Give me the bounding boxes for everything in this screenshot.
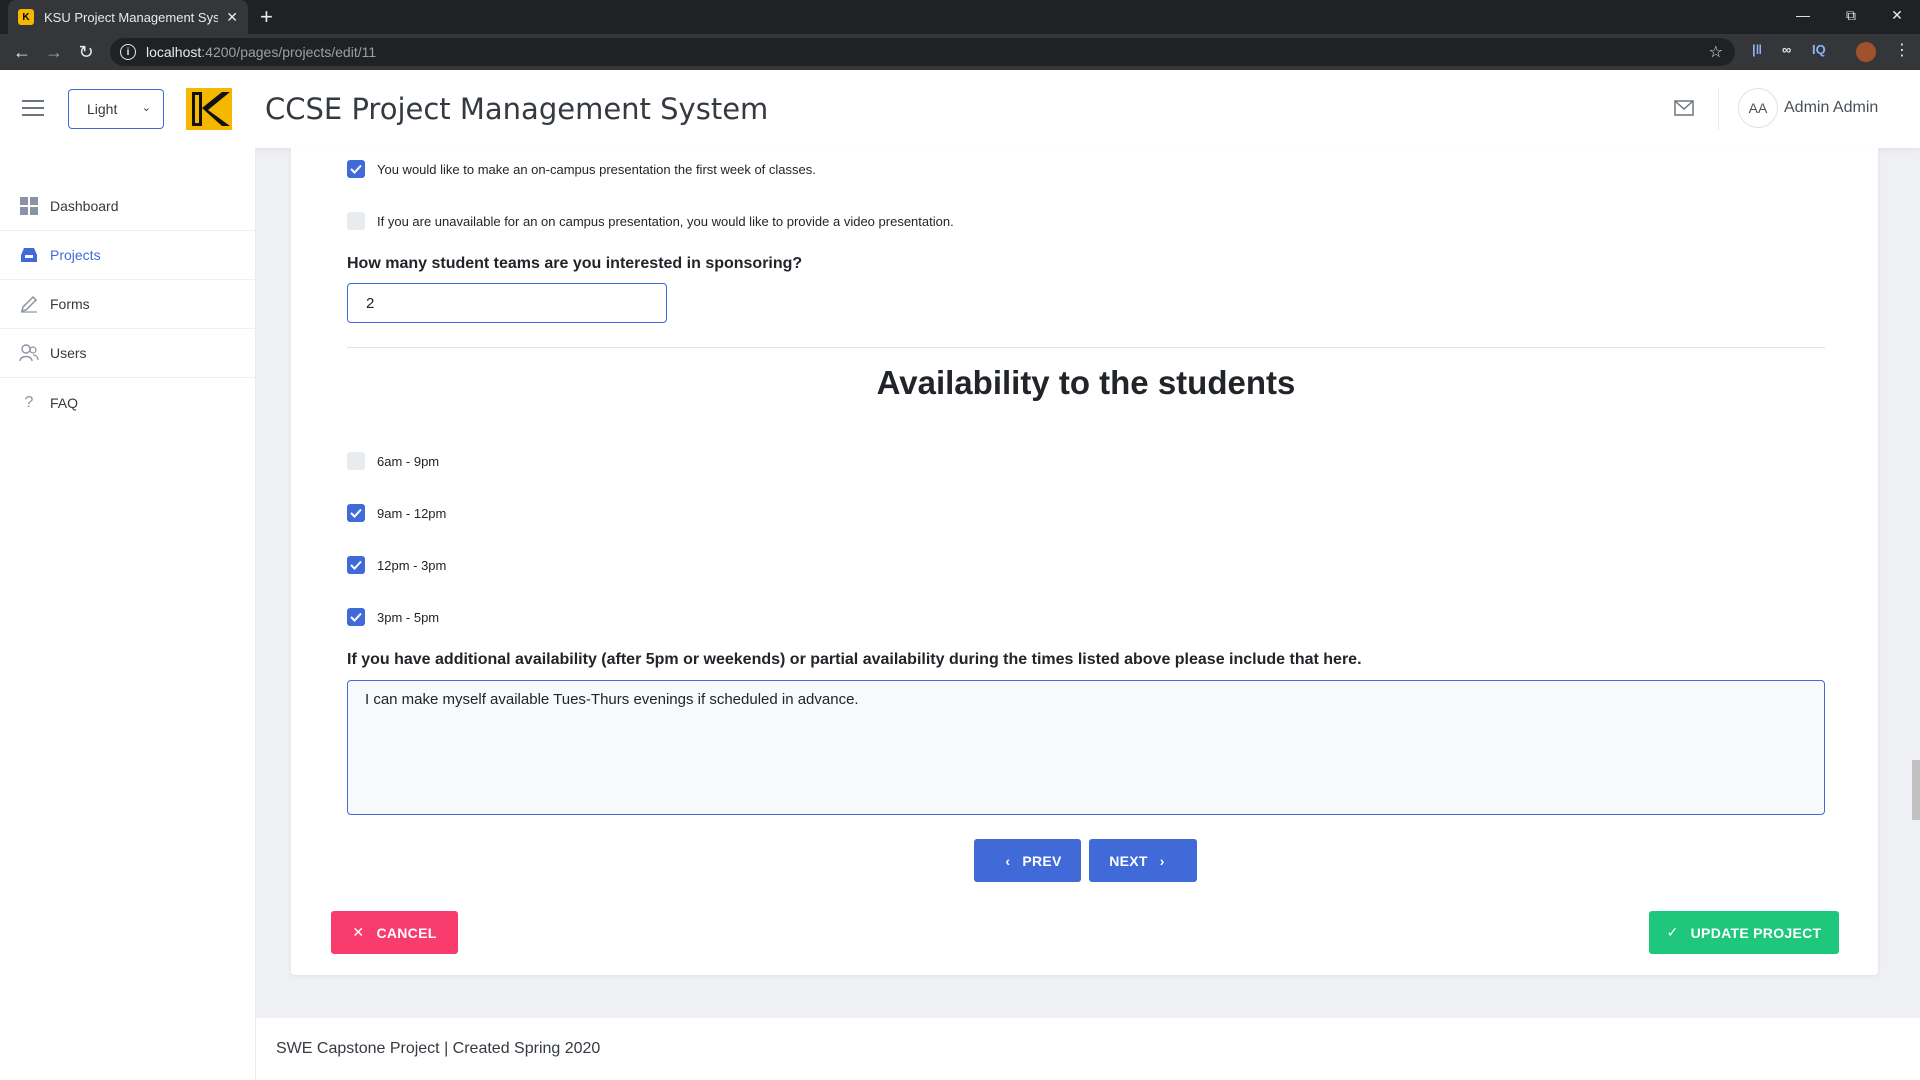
- user-avatar[interactable]: AA: [1738, 88, 1778, 128]
- bookmark-star-icon[interactable]: ☆: [1709, 42, 1723, 62]
- sidebar-item-label: Forms: [50, 296, 90, 312]
- footer-text: SWE Capstone Project | Created Spring 20…: [276, 1040, 601, 1057]
- sidebar-item-faq[interactable]: ? FAQ: [0, 378, 256, 427]
- extension-iq-icon[interactable]: IQ: [1812, 42, 1826, 57]
- users-icon: [18, 342, 40, 364]
- reload-icon[interactable]: ↻: [74, 40, 98, 64]
- checkbox-6am-9pm[interactable]: 6am - 9pm: [347, 452, 439, 470]
- checkbox-label: 12pm - 3pm: [377, 557, 447, 573]
- browser-menu-icon[interactable]: ⋮: [1894, 40, 1910, 60]
- scrollbar-thumb[interactable]: [1912, 760, 1920, 820]
- checkbox-9am-12pm[interactable]: 9am - 12pm: [347, 504, 446, 522]
- dashboard-icon: [18, 195, 40, 217]
- user-name[interactable]: Admin Admin: [1784, 99, 1878, 117]
- browser-tab-strip: K KSU Project Management System ✕ + — ⧉ …: [0, 0, 1920, 34]
- sidebar-item-forms[interactable]: Forms: [0, 280, 256, 329]
- footer: SWE Capstone Project | Created Spring 20…: [256, 1018, 1920, 1080]
- app-title: CCSE Project Management System: [265, 92, 769, 126]
- site-info-icon[interactable]: i: [120, 44, 136, 60]
- additional-availability-label: If you have additional availability (aft…: [347, 651, 1362, 668]
- hamburger-menu-icon[interactable]: [22, 100, 44, 121]
- checkbox-label: 3pm - 5pm: [377, 609, 440, 625]
- checkbox-unchecked-icon[interactable]: [347, 212, 365, 230]
- sidebar-item-dashboard[interactable]: Dashboard: [0, 182, 256, 231]
- ksu-favicon-icon: K: [18, 9, 34, 25]
- pencil-icon: [18, 293, 40, 315]
- sidebar-item-label: Users: [50, 345, 87, 361]
- checkbox-onsite-presentation[interactable]: You would like to make an on-campus pres…: [347, 160, 816, 178]
- browser-tab[interactable]: K KSU Project Management System ✕: [8, 0, 248, 34]
- mail-icon[interactable]: [1674, 100, 1694, 116]
- checkbox-label: 6am - 9pm: [377, 453, 440, 469]
- checkbox-video-presentation[interactable]: If you are unavailable for an on campus …: [347, 212, 954, 230]
- update-project-button-label: UPDATE PROJECT: [1690, 924, 1822, 941]
- checkbox-checked-icon[interactable]: [347, 504, 365, 522]
- app-header: Light ⌄ CCSE Project Management System A…: [0, 70, 1920, 148]
- checkbox-label: If you are unavailable for an on campus …: [377, 213, 954, 229]
- teams-question-label: How many student teams are you intereste…: [347, 255, 803, 272]
- checkbox-checked-icon[interactable]: [347, 556, 365, 574]
- cancel-button-label: CANCEL: [376, 924, 437, 941]
- sidebar-item-label: Dashboard: [50, 198, 119, 214]
- url-path: :4200/pages/projects/edit/11: [201, 44, 377, 60]
- close-tab-icon[interactable]: ✕: [226, 9, 238, 26]
- cancel-button[interactable]: ✕ CANCEL: [331, 911, 458, 954]
- sidebar-item-label: Projects: [50, 247, 101, 263]
- close-icon: ✕: [352, 924, 365, 940]
- checkbox-checked-icon[interactable]: [347, 160, 365, 178]
- additional-availability-textarea[interactable]: I can make myself available Tues-Thurs e…: [347, 680, 1825, 815]
- teams-count-input[interactable]: [347, 283, 667, 323]
- check-icon: ✓: [1666, 924, 1679, 940]
- chevron-left-icon: ‹: [1005, 852, 1011, 869]
- next-button-label: NEXT: [1109, 852, 1148, 869]
- chevron-right-icon: ›: [1159, 852, 1165, 869]
- theme-select[interactable]: Light ⌄: [68, 89, 164, 129]
- address-bar[interactable]: i localhost:4200/pages/projects/edit/11 …: [110, 38, 1735, 66]
- update-project-button[interactable]: ✓ UPDATE PROJECT: [1649, 911, 1839, 954]
- back-icon[interactable]: ←: [10, 40, 34, 64]
- question-icon: ?: [24, 393, 34, 411]
- prev-button[interactable]: ‹ PREV: [974, 839, 1081, 882]
- checkbox-3pm-5pm[interactable]: 3pm - 5pm: [347, 608, 439, 626]
- profile-avatar[interactable]: [1856, 42, 1876, 62]
- extension-glasses-icon[interactable]: ∞: [1782, 42, 1791, 57]
- checkbox-unchecked-icon[interactable]: [347, 452, 365, 470]
- prev-button-label: PREV: [1022, 852, 1062, 869]
- inbox-icon: [18, 244, 40, 266]
- checkbox-12pm-3pm[interactable]: 12pm - 3pm: [347, 556, 446, 574]
- sidebar-item-projects[interactable]: Projects: [0, 231, 256, 280]
- extension-bars-icon[interactable]: |‖: [1752, 42, 1762, 57]
- checkbox-label: 9am - 12pm: [377, 505, 447, 521]
- next-button[interactable]: NEXT ›: [1089, 839, 1197, 882]
- minimize-icon[interactable]: —: [1780, 0, 1826, 30]
- restore-icon[interactable]: ⧉: [1828, 0, 1874, 30]
- checkbox-checked-icon[interactable]: [347, 608, 365, 626]
- header-divider: [1718, 88, 1719, 130]
- theme-select-value: Light: [87, 101, 118, 117]
- section-divider: [347, 347, 1825, 348]
- sidebar-item-users[interactable]: Users: [0, 329, 256, 378]
- browser-tab-title: KSU Project Management System: [44, 9, 219, 25]
- sidebar-item-label: FAQ: [50, 394, 79, 411]
- ksu-logo: [186, 88, 232, 130]
- chevron-down-icon: ⌄: [141, 102, 151, 114]
- new-tab-icon[interactable]: +: [260, 4, 273, 30]
- browser-toolbar: ← → ↻ i localhost:4200/pages/projects/ed…: [0, 34, 1920, 70]
- availability-section-title: Availability to the students: [876, 364, 1296, 401]
- sidebar: Dashboard Projects Forms Users ? FAQ: [0, 148, 256, 1080]
- url-host: localhost: [146, 44, 202, 60]
- forward-icon[interactable]: →: [42, 40, 66, 64]
- checkbox-label: You would like to make an on-campus pres…: [377, 161, 816, 177]
- close-window-icon[interactable]: ✕: [1874, 0, 1920, 30]
